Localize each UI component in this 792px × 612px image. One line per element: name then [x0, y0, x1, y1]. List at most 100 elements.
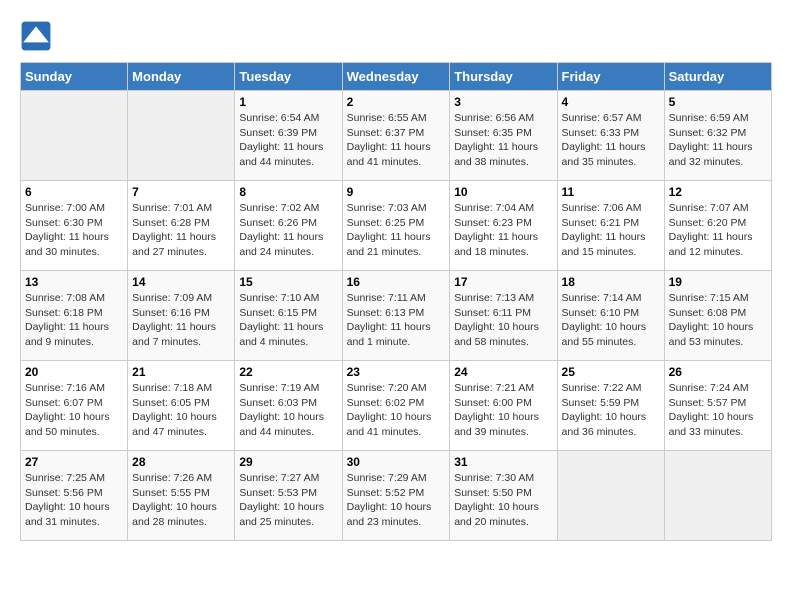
day-info: Sunrise: 7:24 AM Sunset: 5:57 PM Dayligh… — [669, 381, 767, 440]
logo — [20, 20, 56, 52]
col-header-tuesday: Tuesday — [235, 63, 342, 91]
day-cell: 13 Sunrise: 7:08 AM Sunset: 6:18 PM Dayli… — [21, 271, 128, 361]
day-number: 23 — [347, 365, 446, 379]
week-row-3: 13 Sunrise: 7:08 AM Sunset: 6:18 PM Dayli… — [21, 271, 772, 361]
day-cell: 14Sunrise: 7:09 AM Sunset: 6:16 PM Dayli… — [128, 271, 235, 361]
day-cell: 1Sunrise: 6:54 AM Sunset: 6:39 PM Daylig… — [235, 91, 342, 181]
week-row-1: 1Sunrise: 6:54 AM Sunset: 6:39 PM Daylig… — [21, 91, 772, 181]
day-info: Sunrise: 7:08 AM Sunset: 6:18 PM Dayligh… — [25, 291, 123, 350]
day-number: 17 — [454, 275, 552, 289]
week-row-2: 6 Sunrise: 7:00 AM Sunset: 6:30 PM Daylig… — [21, 181, 772, 271]
day-cell: 3Sunrise: 6:56 AM Sunset: 6:35 PM Daylig… — [450, 91, 557, 181]
day-cell: 2 Sunrise: 6:55 AM Sunset: 6:37 PM Daylig… — [342, 91, 450, 181]
day-cell — [557, 451, 664, 541]
day-cell: 15 Sunrise: 7:10 AM Sunset: 6:15 PM Dayli… — [235, 271, 342, 361]
day-cell: 28Sunrise: 7:26 AM Sunset: 5:55 PM Dayli… — [128, 451, 235, 541]
day-number: 13 — [25, 275, 123, 289]
day-info: Sunrise: 7:02 AM Sunset: 6:26 PM Dayligh… — [239, 201, 337, 260]
day-number: 18 — [562, 275, 660, 289]
page-header — [20, 20, 772, 52]
day-number: 15 — [239, 275, 337, 289]
day-info: Sunrise: 7:16 AM Sunset: 6:07 PM Dayligh… — [25, 381, 123, 440]
day-info: Sunrise: 7:11 AM Sunset: 6:13 PM Dayligh… — [347, 291, 446, 350]
day-info: Sunrise: 7:00 AM Sunset: 6:30 PM Dayligh… — [25, 201, 123, 260]
day-cell — [664, 451, 771, 541]
col-header-thursday: Thursday — [450, 63, 557, 91]
day-cell: 16 Sunrise: 7:11 AM Sunset: 6:13 PM Dayli… — [342, 271, 450, 361]
day-info: Sunrise: 7:25 AM Sunset: 5:56 PM Dayligh… — [25, 471, 123, 530]
day-cell: 23 Sunrise: 7:20 AM Sunset: 6:02 PM Dayli… — [342, 361, 450, 451]
day-info: Sunrise: 7:29 AM Sunset: 5:52 PM Dayligh… — [347, 471, 446, 530]
day-info: Sunrise: 7:07 AM Sunset: 6:20 PM Dayligh… — [669, 201, 767, 260]
day-number: 10 — [454, 185, 552, 199]
day-info: Sunrise: 6:54 AM Sunset: 6:39 PM Dayligh… — [239, 111, 337, 170]
day-number: 19 — [669, 275, 767, 289]
day-number: 6 — [25, 185, 123, 199]
day-info: Sunrise: 7:04 AM Sunset: 6:23 PM Dayligh… — [454, 201, 552, 260]
day-number: 3 — [454, 95, 552, 109]
day-info: Sunrise: 6:55 AM Sunset: 6:37 PM Dayligh… — [347, 111, 446, 170]
day-number: 12 — [669, 185, 767, 199]
day-number: 30 — [347, 455, 446, 469]
day-info: Sunrise: 6:57 AM Sunset: 6:33 PM Dayligh… — [562, 111, 660, 170]
day-info: Sunrise: 7:20 AM Sunset: 6:02 PM Dayligh… — [347, 381, 446, 440]
day-cell: 12 Sunrise: 7:07 AM Sunset: 6:20 PM Dayli… — [664, 181, 771, 271]
day-cell: 29 Sunrise: 7:27 AM Sunset: 5:53 PM Dayli… — [235, 451, 342, 541]
day-info: Sunrise: 7:22 AM Sunset: 5:59 PM Dayligh… — [562, 381, 660, 440]
day-info: Sunrise: 7:06 AM Sunset: 6:21 PM Dayligh… — [562, 201, 660, 260]
day-cell: 25 Sunrise: 7:22 AM Sunset: 5:59 PM Dayli… — [557, 361, 664, 451]
day-info: Sunrise: 7:01 AM Sunset: 6:28 PM Dayligh… — [132, 201, 230, 260]
day-cell: 20 Sunrise: 7:16 AM Sunset: 6:07 PM Dayli… — [21, 361, 128, 451]
day-cell: 7 Sunrise: 7:01 AM Sunset: 6:28 PM Daylig… — [128, 181, 235, 271]
col-header-saturday: Saturday — [664, 63, 771, 91]
calendar-table: SundayMondayTuesdayWednesdayThursdayFrid… — [20, 62, 772, 541]
day-info: Sunrise: 7:03 AM Sunset: 6:25 PM Dayligh… — [347, 201, 446, 260]
day-cell: 11 Sunrise: 7:06 AM Sunset: 6:21 PM Dayli… — [557, 181, 664, 271]
day-info: Sunrise: 7:15 AM Sunset: 6:08 PM Dayligh… — [669, 291, 767, 350]
col-header-sunday: Sunday — [21, 63, 128, 91]
day-number: 7 — [132, 185, 230, 199]
col-header-friday: Friday — [557, 63, 664, 91]
day-info: Sunrise: 7:30 AM Sunset: 5:50 PM Dayligh… — [454, 471, 552, 530]
week-row-5: 27 Sunrise: 7:25 AM Sunset: 5:56 PM Dayli… — [21, 451, 772, 541]
day-number: 8 — [239, 185, 337, 199]
day-number: 5 — [669, 95, 767, 109]
day-info: Sunrise: 7:14 AM Sunset: 6:10 PM Dayligh… — [562, 291, 660, 350]
day-cell: 9 Sunrise: 7:03 AM Sunset: 6:25 PM Daylig… — [342, 181, 450, 271]
week-row-4: 20 Sunrise: 7:16 AM Sunset: 6:07 PM Dayli… — [21, 361, 772, 451]
day-number: 2 — [347, 95, 446, 109]
day-cell: 27 Sunrise: 7:25 AM Sunset: 5:56 PM Dayli… — [21, 451, 128, 541]
day-number: 21 — [132, 365, 230, 379]
day-number: 27 — [25, 455, 123, 469]
day-info: Sunrise: 7:19 AM Sunset: 6:03 PM Dayligh… — [239, 381, 337, 440]
day-number: 22 — [239, 365, 337, 379]
day-cell: 18 Sunrise: 7:14 AM Sunset: 6:10 PM Dayli… — [557, 271, 664, 361]
day-cell: 19 Sunrise: 7:15 AM Sunset: 6:08 PM Dayli… — [664, 271, 771, 361]
day-number: 26 — [669, 365, 767, 379]
col-header-wednesday: Wednesday — [342, 63, 450, 91]
day-number: 11 — [562, 185, 660, 199]
day-cell: 8 Sunrise: 7:02 AM Sunset: 6:26 PM Daylig… — [235, 181, 342, 271]
day-number: 24 — [454, 365, 552, 379]
day-info: Sunrise: 7:18 AM Sunset: 6:05 PM Dayligh… — [132, 381, 230, 440]
day-info: Sunrise: 7:13 AM Sunset: 6:11 PM Dayligh… — [454, 291, 552, 350]
day-number: 20 — [25, 365, 123, 379]
day-number: 16 — [347, 275, 446, 289]
day-cell: 17 Sunrise: 7:13 AM Sunset: 6:11 PM Dayli… — [450, 271, 557, 361]
day-info: Sunrise: 7:26 AM Sunset: 5:55 PM Dayligh… — [132, 471, 230, 530]
day-info: Sunrise: 7:27 AM Sunset: 5:53 PM Dayligh… — [239, 471, 337, 530]
day-cell: 26 Sunrise: 7:24 AM Sunset: 5:57 PM Dayli… — [664, 361, 771, 451]
day-number: 4 — [562, 95, 660, 109]
day-cell: 24Sunrise: 7:21 AM Sunset: 6:00 PM Dayli… — [450, 361, 557, 451]
day-cell: 30 Sunrise: 7:29 AM Sunset: 5:52 PM Dayli… — [342, 451, 450, 541]
day-number: 29 — [239, 455, 337, 469]
calendar-header-row: SundayMondayTuesdayWednesdayThursdayFrid… — [21, 63, 772, 91]
day-info: Sunrise: 7:10 AM Sunset: 6:15 PM Dayligh… — [239, 291, 337, 350]
day-number: 14 — [132, 275, 230, 289]
day-number: 25 — [562, 365, 660, 379]
day-cell — [128, 91, 235, 181]
day-cell — [21, 91, 128, 181]
logo-icon — [20, 20, 52, 52]
day-number: 9 — [347, 185, 446, 199]
day-cell: 21 Sunrise: 7:18 AM Sunset: 6:05 PM Dayli… — [128, 361, 235, 451]
